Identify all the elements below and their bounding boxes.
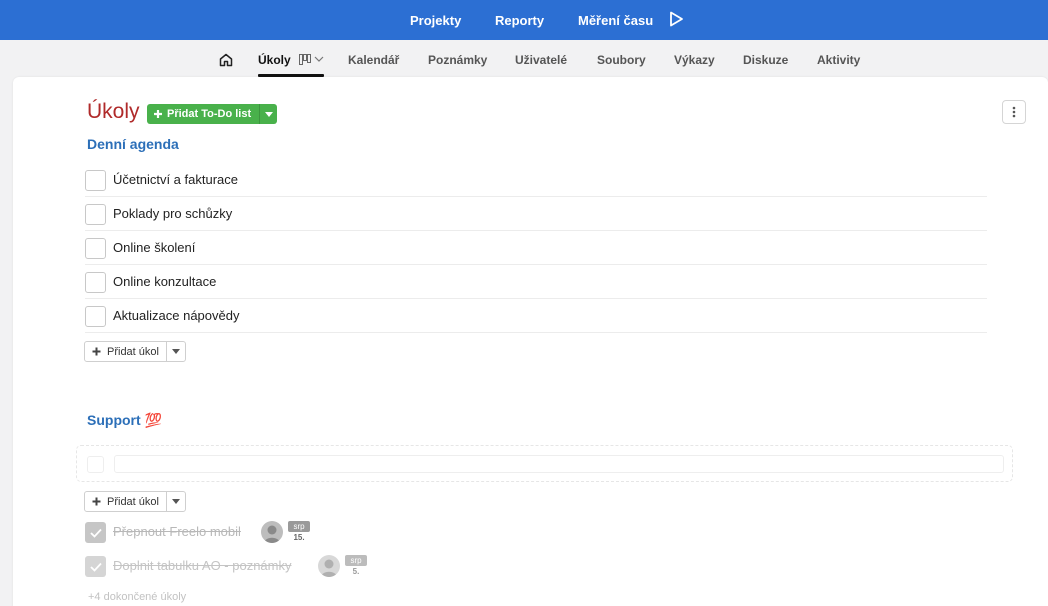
- plus-icon: [92, 497, 101, 506]
- nav-projects[interactable]: Projekty: [410, 13, 461, 28]
- due-date-badge: srp 5.: [345, 555, 367, 577]
- task-checkbox[interactable]: [85, 306, 106, 327]
- top-bar: Projekty Reporty Měření času: [0, 0, 1048, 40]
- project-tabs: Úkoly Kalendář Poznámky Uživatelé Soubor…: [0, 40, 1048, 78]
- task-row[interactable]: Online školení: [85, 231, 987, 265]
- home-icon[interactable]: [218, 52, 234, 68]
- kebab-menu-icon: [1012, 106, 1016, 118]
- task-label[interactable]: Aktualizace nápovědy: [113, 308, 239, 323]
- due-date-month: srp: [288, 521, 310, 532]
- tab-notes[interactable]: Poznámky: [428, 53, 487, 67]
- completed-task-label[interactable]: Doplnit tabulku AO - poznámky: [113, 558, 291, 573]
- task-checkbox[interactable]: [85, 272, 106, 293]
- task-label[interactable]: Poklady pro schůzky: [113, 206, 232, 221]
- task-row[interactable]: Poklady pro schůzky: [85, 197, 987, 231]
- add-task-dropdown[interactable]: [165, 492, 185, 511]
- add-task-main[interactable]: Přidat úkol: [85, 492, 166, 511]
- board-view-icon[interactable]: [299, 54, 311, 65]
- task-checkbox-checked[interactable]: [85, 556, 106, 577]
- add-todo-list-dropdown[interactable]: [259, 104, 278, 124]
- task-label[interactable]: Online školení: [113, 240, 195, 255]
- caret-down-icon: [171, 499, 180, 504]
- add-task-button[interactable]: Přidat úkol: [84, 491, 186, 512]
- completed-task-label[interactable]: Přepnout Freelo mobil: [113, 524, 241, 539]
- new-task-form: [76, 445, 1013, 482]
- task-checkbox[interactable]: [85, 170, 106, 191]
- avatar: [261, 521, 283, 543]
- plus-icon: [154, 110, 162, 118]
- plus-icon: [92, 347, 101, 356]
- page-title: Úkoly: [87, 100, 140, 123]
- tab-files[interactable]: Soubory: [597, 53, 646, 67]
- tab-calendar[interactable]: Kalendář: [348, 53, 399, 67]
- task-label[interactable]: Účetnictví a fakturace: [113, 172, 238, 187]
- caret-down-icon: [264, 111, 273, 117]
- todo-list-title[interactable]: Support 💯: [87, 412, 162, 429]
- due-date-badge: srp 15.: [288, 521, 310, 543]
- nav-reports[interactable]: Reporty: [495, 13, 544, 28]
- tab-tasks[interactable]: Úkoly: [258, 53, 291, 67]
- tab-reports[interactable]: Výkazy: [674, 53, 715, 67]
- due-date-month: srp: [345, 555, 367, 566]
- add-task-label: Přidat úkol: [107, 495, 159, 508]
- task-row[interactable]: Účetnictví a fakturace: [85, 163, 987, 197]
- task-checkbox[interactable]: [85, 238, 106, 259]
- play-icon[interactable]: [667, 10, 685, 28]
- add-todo-list-label: Přidat To-Do list: [167, 108, 252, 120]
- add-task-main[interactable]: Přidat úkol: [85, 342, 166, 361]
- add-task-button[interactable]: Přidat úkol: [84, 341, 186, 362]
- nav-time-tracking[interactable]: Měření času: [578, 13, 653, 28]
- due-date-day: 15.: [293, 533, 305, 542]
- add-todo-list-button[interactable]: Přidat To-Do list: [147, 104, 278, 124]
- tab-users[interactable]: Uživatelé: [515, 53, 567, 67]
- task-label[interactable]: Online konzultace: [113, 274, 216, 289]
- add-todo-list-main[interactable]: Přidat To-Do list: [147, 104, 260, 124]
- more-options-button[interactable]: [1002, 100, 1026, 124]
- show-more-completed-link[interactable]: +4 dokončené úkoly: [88, 591, 186, 603]
- avatar: [318, 555, 340, 577]
- task-checkbox[interactable]: [85, 204, 106, 225]
- todo-list-title[interactable]: Denní agenda: [87, 136, 179, 152]
- add-task-label: Přidat úkol: [107, 345, 159, 358]
- due-date-day: 5.: [352, 567, 360, 576]
- caret-down-icon: [171, 349, 180, 354]
- task-checkbox-checked[interactable]: [85, 522, 106, 543]
- task-row[interactable]: Online konzultace: [85, 265, 987, 299]
- new-task-checkbox: [87, 456, 104, 473]
- tab-activities[interactable]: Aktivity: [817, 53, 860, 67]
- chevron-down-icon[interactable]: [314, 55, 324, 63]
- completed-task-row[interactable]: Doplnit tabulku AO - poznámky: [85, 551, 315, 581]
- checkmark-icon: [89, 528, 102, 538]
- tab-discussion[interactable]: Diskuze: [743, 53, 788, 67]
- task-row[interactable]: Aktualizace nápovědy: [85, 299, 987, 333]
- add-task-dropdown[interactable]: [165, 342, 185, 361]
- checkmark-icon: [89, 562, 102, 572]
- new-task-input[interactable]: [114, 455, 1004, 473]
